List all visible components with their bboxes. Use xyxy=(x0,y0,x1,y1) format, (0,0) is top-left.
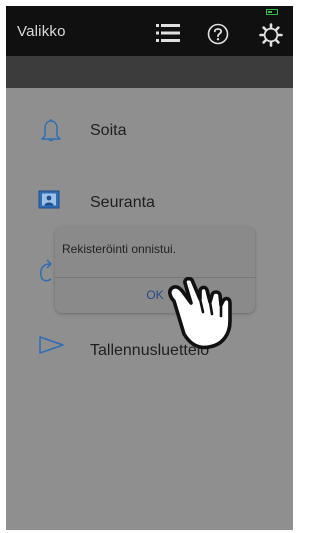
settings-icon[interactable] xyxy=(259,23,283,52)
refresh-icon xyxy=(36,258,56,291)
menu-item-recordings[interactable]: Tallennusluettelo xyxy=(6,330,293,370)
battery-icon xyxy=(266,9,278,15)
play-icon xyxy=(38,335,66,360)
app-screen: Valikko Soita Seuranta Tallennusluettelo… xyxy=(6,6,293,530)
app-title: Valikko xyxy=(17,23,66,40)
sub-header-bar xyxy=(6,56,293,88)
monitor-icon xyxy=(38,190,60,215)
tap-hand-icon xyxy=(164,276,238,362)
bell-icon xyxy=(38,118,64,147)
top-bar: Valikko xyxy=(6,6,293,56)
help-icon[interactable] xyxy=(207,23,229,50)
list-icon[interactable] xyxy=(156,23,180,48)
menu-item-label: Soita xyxy=(90,122,127,139)
dialog-message: Rekisteröinti onnistui. xyxy=(62,242,177,256)
menu-item-call[interactable]: Soita xyxy=(6,110,293,150)
menu-item-label: Seuranta xyxy=(90,194,155,211)
menu-item-monitoring[interactable]: Seuranta xyxy=(6,182,293,222)
